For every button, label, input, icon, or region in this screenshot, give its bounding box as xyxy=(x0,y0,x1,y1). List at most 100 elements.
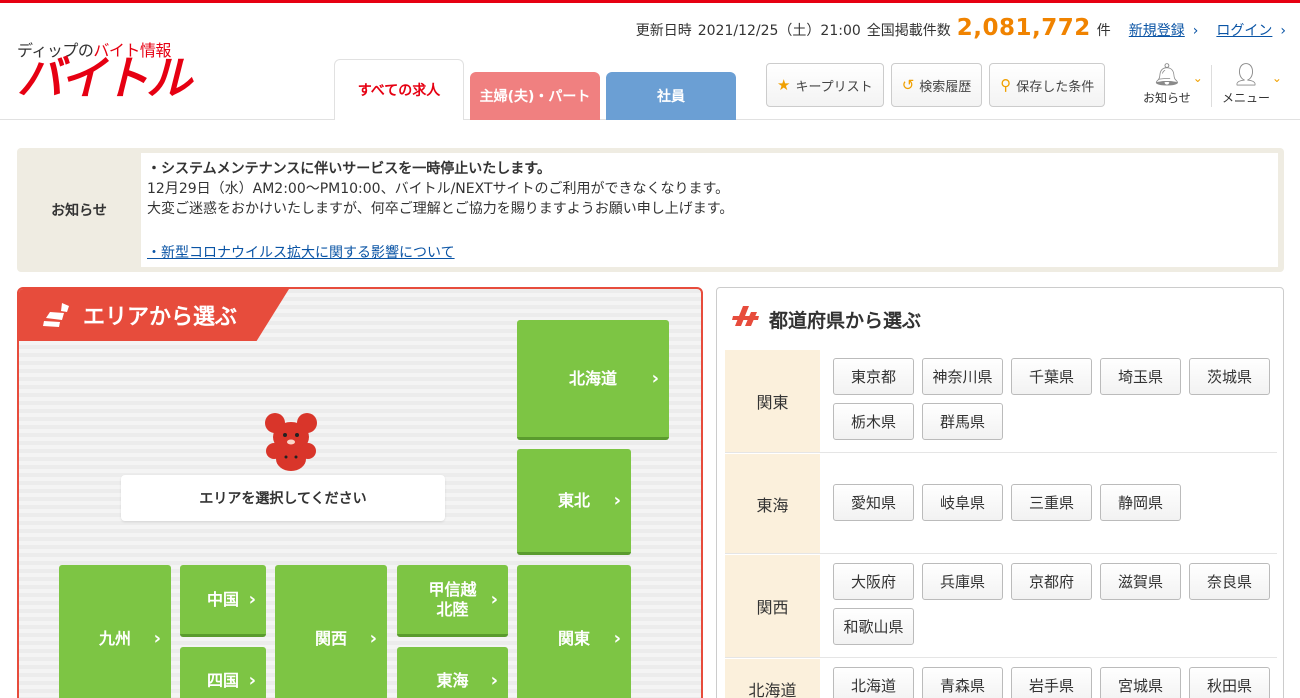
star-icon: ★ xyxy=(777,76,791,94)
prefecture-button-group: 北海道 青森県 岩手県 宮城県 秋田県 xyxy=(833,667,1278,698)
header-info-line: 更新日時 2021/12/25（土）21:00 全国掲載件数 2,081,772… xyxy=(636,15,1286,41)
menu-label: メニュー xyxy=(1222,91,1271,105)
region-shikoku-button[interactable]: 四国 › xyxy=(180,647,266,698)
region-label-line1: 甲信越 xyxy=(428,579,477,599)
prefecture-row-hokkaido-tohoku: 北海道 北海道 青森県 岩手県 宮城県 秋田県 xyxy=(725,659,1277,698)
prefecture-button[interactable]: 大阪府 xyxy=(833,563,914,600)
prefecture-button[interactable]: 三重県 xyxy=(1011,484,1092,521)
prefecture-button[interactable]: 栃木県 xyxy=(833,403,914,440)
prefecture-region-label: 関西 xyxy=(725,555,820,657)
tab-all-jobs[interactable]: すべての求人 xyxy=(334,59,464,120)
area-prompt: エリアを選択してください xyxy=(121,475,445,521)
region-kanto-button[interactable]: 関東 › xyxy=(517,565,631,698)
prefecture-row-tokai: 東海 愛知県 岐阜県 三重県 静岡県 xyxy=(725,454,1277,554)
map-icon xyxy=(41,300,73,330)
region-kansai-button[interactable]: 関西 › xyxy=(275,565,387,698)
prefecture-button[interactable]: 静岡県 xyxy=(1100,484,1181,521)
site-header: ディップのバイト情報 バイトル 更新日時 2021/12/25（土）21:00 … xyxy=(0,3,1300,120)
prefecture-button-group: 東京都 神奈川県 千葉県 埼玉県 茨城県 栃木県 群馬県 xyxy=(833,358,1278,440)
history-icon: ↺ xyxy=(901,76,915,94)
total-count: 2,081,772 xyxy=(956,15,1091,41)
brand-mark-icon xyxy=(731,304,761,334)
region-tokai-button[interactable]: 東海 › xyxy=(397,647,508,698)
total-count-label: 全国掲載件数 xyxy=(866,23,951,39)
menu-button[interactable]: 👤︎ ⌄ メニュー xyxy=(1222,63,1282,106)
region-label: 中国 xyxy=(206,589,239,609)
chevron-down-icon: ⌄ xyxy=(1271,71,1282,85)
job-type-tabs: すべての求人 主婦(夫)・パート 社員 xyxy=(334,59,736,120)
prefecture-button[interactable]: 埼玉県 xyxy=(1100,358,1181,395)
region-chugoku-button[interactable]: 中国 › xyxy=(180,565,266,637)
region-label: 関西 xyxy=(314,628,347,648)
chevron-down-icon: ⌄ xyxy=(1192,71,1203,85)
prefecture-region-label: 関東 xyxy=(725,350,820,452)
prefecture-button[interactable]: 和歌山県 xyxy=(833,608,914,645)
prefecture-button-group: 大阪府 兵庫県 京都府 滋賀県 奈良県 和歌山県 xyxy=(833,563,1278,645)
search-icon: ⚲ xyxy=(1000,76,1012,94)
region-label: 関東 xyxy=(557,628,590,648)
header-divider xyxy=(1211,65,1212,107)
tab-employee[interactable]: 社員 xyxy=(606,72,736,120)
chevron-right-icon: › xyxy=(153,627,161,649)
region-label: 四国 xyxy=(206,670,239,690)
tab-part-time[interactable]: 主婦(夫)・パート xyxy=(470,72,600,120)
keep-list-button[interactable]: ★ キープリスト xyxy=(766,63,884,107)
prefecture-button[interactable]: 岩手県 xyxy=(1011,667,1092,698)
prefecture-button[interactable]: 岐阜県 xyxy=(922,484,1003,521)
prefecture-row-kansai: 関西 大阪府 兵庫県 京都府 滋賀県 奈良県 和歌山県 xyxy=(725,555,1277,658)
covid-notice-link[interactable]: ・新型コロナウイルス拡大に関する影響について xyxy=(147,243,1272,263)
prefecture-button-group: 愛知県 岐阜県 三重県 静岡県 xyxy=(833,484,1278,521)
chevron-right-icon: › xyxy=(369,627,377,649)
area-panel-title: エリアから選ぶ xyxy=(83,305,238,330)
prefecture-select-panel: 都道府県から選ぶ 関東 東京都 神奈川県 千葉県 埼玉県 茨城県 栃木県 群馬県… xyxy=(716,287,1284,698)
region-koshinetsu-hokuriku-button[interactable]: 甲信越 北陸 › xyxy=(397,565,508,637)
chevron-right-icon: › xyxy=(248,669,256,691)
prefecture-button[interactable]: 青森県 xyxy=(922,667,1003,698)
region-kyushu-button[interactable]: 九州 › xyxy=(59,565,171,698)
prefecture-button[interactable]: 東京都 xyxy=(833,358,914,395)
chevron-right-icon: › xyxy=(490,669,498,691)
prefecture-button[interactable]: 愛知県 xyxy=(833,484,914,521)
total-count-unit: 件 xyxy=(1096,23,1111,39)
prefecture-button[interactable]: 兵庫県 xyxy=(922,563,1003,600)
keep-list-label: キープリスト xyxy=(795,79,873,95)
register-link[interactable]: 新規登録 xyxy=(1129,20,1185,40)
search-history-button[interactable]: ↺ 検索履歴 xyxy=(890,63,983,107)
saved-conditions-button[interactable]: ⚲ 保存した条件 xyxy=(989,63,1106,107)
bell-icon: 🔔︎ ⌄ xyxy=(1153,63,1203,89)
prefecture-button[interactable]: 滋賀県 xyxy=(1100,563,1181,600)
prefecture-button[interactable]: 北海道 xyxy=(833,667,914,698)
notification-label: お知らせ xyxy=(1143,91,1191,105)
prefecture-row-kanto: 関東 東京都 神奈川県 千葉県 埼玉県 茨城県 栃木県 群馬県 xyxy=(725,350,1277,453)
region-label: 北海道 xyxy=(568,368,617,388)
notice-box: お知らせ ・システムメンテナンスに伴いサービスを一時停止いたします。 12月29… xyxy=(17,148,1284,272)
chevron-right-icon: › xyxy=(1192,23,1199,39)
region-tohoku-button[interactable]: 東北 › xyxy=(517,449,631,555)
prefecture-button[interactable]: 京都府 xyxy=(1011,563,1092,600)
login-link[interactable]: ログイン xyxy=(1216,20,1272,40)
prefecture-region-label: 東海 xyxy=(725,454,820,553)
notice-label: お知らせ xyxy=(51,203,107,219)
area-select-panel: エリアから選ぶ エリアを選択してください 北海道 › 東北 › 九州 › 中国 › 四国… xyxy=(17,287,703,698)
update-label: 更新日時 xyxy=(635,23,692,39)
prefecture-button[interactable]: 奈良県 xyxy=(1189,563,1270,600)
area-panel-header: エリアから選ぶ xyxy=(19,289,289,341)
site-logo[interactable]: バイトル xyxy=(17,55,192,101)
notice-headline: ・システムメンテナンスに伴いサービスを一時停止いたします。 xyxy=(147,161,551,177)
prefecture-button[interactable]: 茨城県 xyxy=(1189,358,1270,395)
prefecture-button[interactable]: 群馬県 xyxy=(922,403,1003,440)
region-label: 東海 xyxy=(436,670,469,690)
user-icon: 👤︎ ⌄ xyxy=(1232,63,1282,89)
chevron-right-icon: › xyxy=(613,489,621,511)
mascot-image xyxy=(261,411,321,477)
region-hokkaido-button[interactable]: 北海道 › xyxy=(517,320,669,440)
prefecture-region-label: 北海道 xyxy=(725,659,820,698)
prefecture-button[interactable]: 秋田県 xyxy=(1189,667,1270,698)
notification-button[interactable]: 🔔︎ ⌄ お知らせ xyxy=(1143,63,1203,106)
prefecture-button[interactable]: 神奈川県 xyxy=(922,358,1003,395)
prefecture-button[interactable]: 宮城県 xyxy=(1100,667,1181,698)
search-history-label: 検索履歴 xyxy=(919,79,972,95)
prefecture-button[interactable]: 千葉県 xyxy=(1011,358,1092,395)
region-label: 東北 xyxy=(557,490,590,510)
prefecture-panel-title: 都道府県から選ぶ xyxy=(769,309,922,332)
